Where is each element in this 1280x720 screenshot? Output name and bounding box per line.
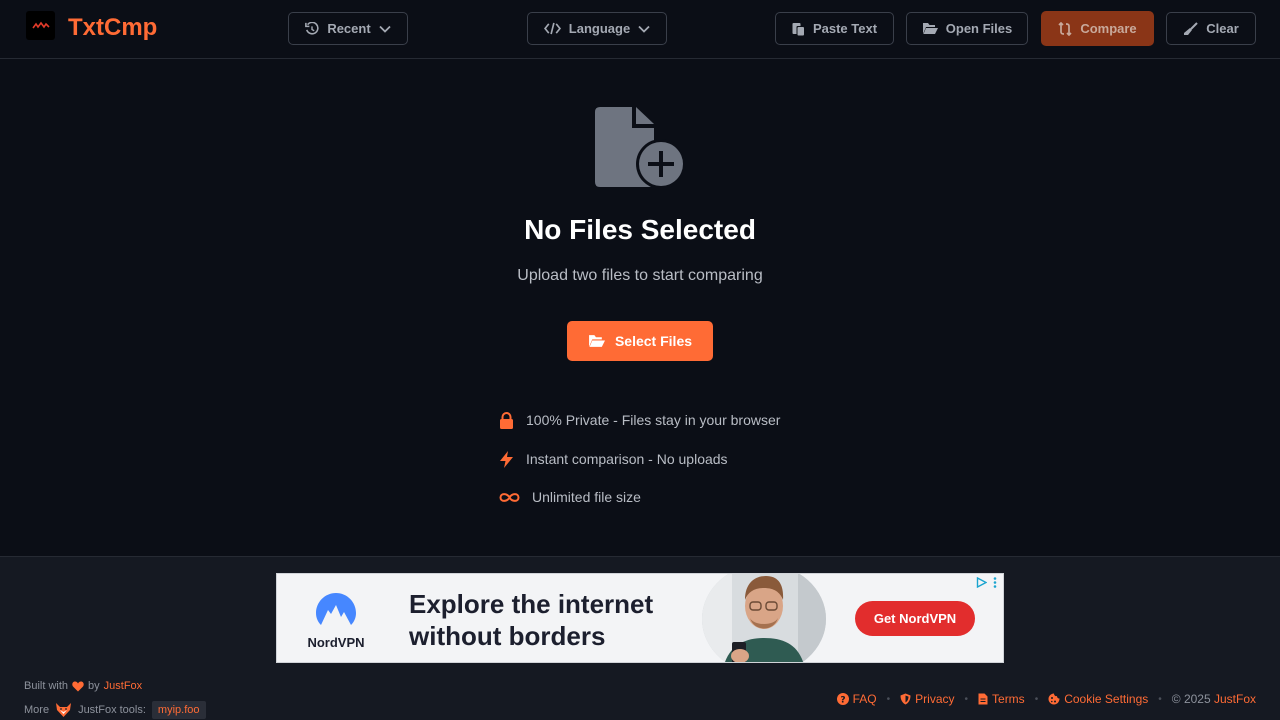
question-circle-icon: ? [836,693,849,706]
chevron-down-icon [638,25,650,33]
ad-brand-name: NordVPN [307,635,365,650]
recent-button[interactable]: Recent [288,12,408,45]
terms-link[interactable]: Terms [978,692,1025,706]
built-with-credit: Built with by JustFox [24,680,142,692]
folder-open-icon [922,23,938,34]
feature-text: Unlimited file size [532,489,641,505]
shield-icon [900,693,911,705]
paste-text-button[interactable]: Paste Text [775,12,894,45]
app-title[interactable]: TxtCmp [68,14,157,42]
infinity-icon [499,492,520,502]
more-options-icon[interactable] [993,577,997,588]
feature-item-private: 100% Private - Files stay in your browse… [499,410,780,430]
empty-state-subtitle: Upload two files to start comparing [517,267,763,284]
broom-icon [1184,21,1198,35]
feature-item-unlimited: Unlimited file size [499,487,641,507]
by-text: by [88,680,100,692]
compare-arrows-icon [1058,21,1072,36]
clear-button[interactable]: Clear [1166,12,1256,45]
cookie-settings-link[interactable]: Cookie Settings [1048,692,1148,706]
nordvpn-logo-icon [316,593,356,625]
cookie-icon [1048,693,1060,705]
feature-text: 100% Private - Files stay in your browse… [526,412,781,428]
footer-links: ? FAQ • Privacy • Terms • Cookie Setting… [836,690,1256,708]
svg-text:?: ? [840,696,845,706]
copyright-text: © 2025 [1171,692,1211,706]
copyright-owner-link[interactable]: JustFox [1214,692,1256,706]
select-files-label: Select Files [614,333,693,349]
lock-icon [500,411,513,429]
open-files-label: Open Files [945,21,1013,36]
app-header: TxtCmp Recent Language Paste Text Open F… [0,0,1280,59]
ad-headline-line: Explore the internet [409,589,654,619]
compare-label: Compare [1080,21,1137,36]
bolt-icon [500,450,513,468]
privacy-label: Privacy [915,692,955,706]
copyright: © 2025 JustFox [1172,692,1256,706]
paste-text-label: Paste Text [812,21,878,36]
feature-text: Instant comparison - No uploads [526,451,728,467]
ad-cta-button[interactable]: Get NordVPN [855,601,975,636]
ad-choices[interactable] [976,577,997,588]
file-add-icon [595,107,686,188]
tool-link-myip[interactable]: myip.foo [151,701,206,719]
terms-label: Terms [992,692,1025,706]
separator-dot: • [1034,693,1039,705]
language-button[interactable]: Language [527,12,667,45]
ad-headline: Explore the internet without borders [409,588,653,652]
compare-button[interactable]: Compare [1041,11,1154,46]
clear-label: Clear [1206,21,1239,36]
privacy-link[interactable]: Privacy [900,692,955,706]
feature-item-instant: Instant comparison - No uploads [499,449,728,469]
person-photo-icon [702,574,826,662]
ad-photo [702,574,826,662]
more-text: More [24,704,50,716]
empty-state-title: No Files Selected [524,214,756,245]
history-icon [305,21,319,35]
separator-dot: • [1158,693,1162,705]
separator-dot: • [964,693,969,705]
ad-choices-icon[interactable] [976,577,987,588]
fox-icon [56,703,72,717]
app-logo[interactable] [26,11,55,40]
built-with-text: Built with [24,680,69,692]
heart-icon [72,681,84,691]
folder-open-icon [589,335,605,347]
select-files-button[interactable]: Select Files [567,321,713,361]
tools-label: JustFox tools: [78,704,146,716]
more-tools: More JustFox tools: myip.foo [24,701,206,719]
logo-mark-icon [31,21,50,28]
author-link[interactable]: JustFox [104,680,143,692]
faq-label: FAQ [852,692,877,706]
code-icon [543,22,561,35]
ad-brand: NordVPN [305,592,367,650]
open-files-button[interactable]: Open Files [906,12,1028,45]
document-icon [978,693,988,705]
recent-label: Recent [327,21,371,36]
ad-headline-line: without borders [409,621,606,651]
paste-icon [792,22,805,36]
cookie-settings-label: Cookie Settings [1064,692,1149,706]
advertisement-banner[interactable]: NordVPN Explore the internet without bor… [276,573,1004,663]
separator-dot: • [886,693,891,705]
chevron-down-icon [379,25,391,33]
faq-link[interactable]: ? FAQ [836,692,877,706]
language-label: Language [568,21,631,36]
